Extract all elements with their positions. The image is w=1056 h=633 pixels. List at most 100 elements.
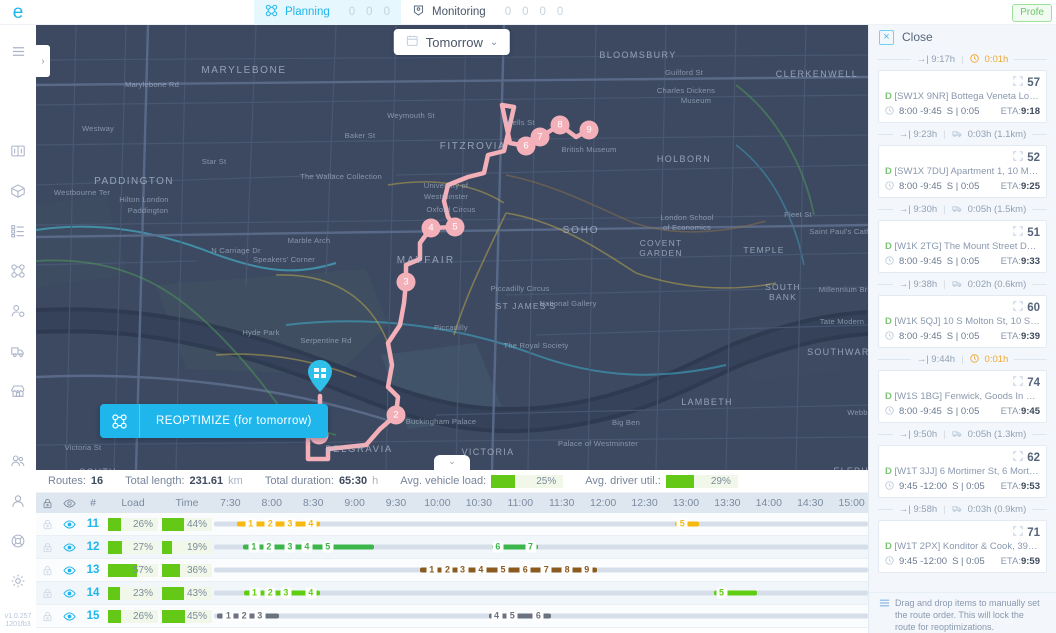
gantt-stop-marker[interactable]: 4 [305, 587, 317, 599]
map-text-label: Serpentine Rd [300, 336, 351, 345]
gantt-stop-marker[interactable]: 3 [284, 541, 296, 553]
row-gantt[interactable]: 123456789 [214, 559, 868, 582]
leg-detail: 0:03h (0.9km) [967, 504, 1027, 515]
map-stop-marker[interactable]: 8 [550, 115, 570, 135]
gantt-stop-marker[interactable]: 1 [249, 587, 261, 599]
stop-card[interactable]: 51 D [W1K 2TG] The Mount Street Deli, 100… [878, 220, 1047, 273]
gantt-stop-marker[interactable]: 8 [561, 564, 573, 576]
gantt-stop-marker[interactable]: 4 [305, 518, 317, 530]
depot-icon[interactable] [0, 371, 36, 411]
row-gantt[interactable]: 1234 5 [214, 513, 868, 536]
map-text-label: CLERKENWELL [776, 69, 858, 79]
tab-planning[interactable]: Planning 0 0 0 [254, 0, 401, 25]
map-stop-marker[interactable]: 7 [530, 127, 550, 147]
table-row[interactable]: 15 26% 45% 1 2 3 4 5 6 [36, 605, 868, 628]
book-icon[interactable] [0, 131, 36, 171]
leg-separator: →| 9:38h | 0:02h (0.6km) [878, 274, 1047, 295]
gantt-stop-marker[interactable]: 1 [222, 610, 234, 622]
support-icon[interactable] [0, 521, 36, 561]
table-row[interactable]: 11 26% 44% 1 2 3 4 5 [36, 513, 868, 536]
row-visibility-toggle[interactable] [58, 518, 80, 531]
map-collapse-button[interactable]: ⌄ [434, 455, 470, 470]
table-row[interactable]: 14 23% 43% 1 2 3 4 5 [36, 582, 868, 605]
gantt-stop-marker[interactable]: 1 [245, 518, 257, 530]
settings-icon[interactable] [0, 561, 36, 601]
gantt-stop-marker[interactable]: 2 [263, 541, 275, 553]
clock-icon [885, 106, 894, 117]
close-icon[interactable]: × [879, 29, 894, 45]
row-lock-icon[interactable] [36, 519, 58, 530]
gantt-stop-marker[interactable]: 2 [264, 587, 276, 599]
list-icon[interactable] [0, 211, 36, 251]
table-row[interactable]: 12 27% 19% 1 2 3 4 5 6 7 [36, 536, 868, 559]
gantt-stop-marker[interactable]: 1 [426, 564, 438, 576]
close-label[interactable]: Close [902, 30, 933, 44]
tab-monitoring[interactable]: Monitoring 0 0 0 0 [401, 0, 574, 25]
stop-card[interactable]: 62 D [W1T 3JJ] 6 Mortimer St, 6 Mortimer … [878, 445, 1047, 498]
row-visibility-toggle[interactable] [58, 541, 80, 554]
table-row[interactable]: 13 57% 36% 1 2 3 4 5 6 7 8 9 [36, 559, 868, 582]
gantt-stop-marker[interactable]: 7 [540, 564, 552, 576]
map-stop-marker[interactable]: 9 [579, 120, 599, 140]
gantt-stop-marker[interactable]: 6 [532, 610, 544, 622]
stop-list[interactable]: →| 9:17h | 0:01h 57 D [SW1X 9NR] Bottega Ven… [869, 49, 1056, 592]
stop-card[interactable]: 60 D [W1K 5QJ] 10 S Molton St, 10 S Molto… [878, 295, 1047, 348]
gantt-stop-marker[interactable]: 5 [676, 518, 688, 530]
date-selector[interactable]: Tomorrow ⌄ [393, 29, 511, 55]
map-stop-marker[interactable]: 3 [396, 272, 416, 292]
row-lock-icon[interactable] [36, 611, 58, 622]
row-visibility-toggle[interactable] [58, 564, 80, 577]
row-visibility-toggle[interactable] [58, 610, 80, 623]
gantt-stop-marker[interactable]: 4 [301, 541, 313, 553]
stop-card[interactable]: 57 D [SW1X 9NR] Bottega Veneta London Slo… [878, 70, 1047, 123]
map-canvas[interactable]: MARYLEBONE FITZROVIA BLOOMSBURY CLERKENWELL… [36, 25, 868, 470]
service-time: S | 0:05 [946, 331, 980, 342]
gantt-stop-marker[interactable]: 6 [492, 541, 504, 553]
gantt-stop-marker[interactable]: 5 [497, 564, 509, 576]
stop-card[interactable]: 71 D [W1T 2PX] Konditor & Cook, 39 Goodge… [878, 520, 1047, 573]
gantt-stop-marker[interactable]: 3 [284, 518, 296, 530]
row-gantt[interactable]: 123 45 6 [214, 605, 868, 628]
gantt-stop-marker[interactable]: 2 [238, 610, 250, 622]
vehicle-icon[interactable] [0, 331, 36, 371]
gantt-stop-marker[interactable]: 9 [581, 564, 593, 576]
driver-icon[interactable] [0, 291, 36, 331]
team-icon[interactable] [0, 441, 36, 481]
gantt-stop-marker[interactable]: 5 [716, 587, 727, 599]
col-load: Load [121, 497, 145, 509]
row-gantt[interactable]: 12345 6 7 [214, 536, 868, 559]
gantt-stop-marker[interactable]: 2 [441, 564, 453, 576]
gantt-stop-marker[interactable]: 4 [475, 564, 487, 576]
routes-icon[interactable] [0, 251, 36, 291]
menu-icon[interactable] [0, 31, 36, 71]
gantt-stop-marker[interactable]: 5 [322, 541, 334, 553]
summary-vehicle-load: Avg. vehicle load: 25% [400, 474, 564, 488]
stop-card[interactable]: 52 D [SW1X 7DU] Apartment 1, 10 Montrose … [878, 145, 1047, 198]
sidebar-expand-button[interactable]: › [36, 45, 50, 77]
box-icon[interactable] [0, 171, 36, 211]
gantt-stop-marker[interactable]: 2 [264, 518, 276, 530]
gantt-stop-marker[interactable]: 4 [491, 610, 503, 622]
gantt-stop-marker[interactable]: 7 [525, 541, 537, 553]
row-visibility-toggle[interactable] [58, 587, 80, 600]
row-lock-icon[interactable] [36, 565, 58, 576]
app-logo[interactable]: e [0, 0, 36, 25]
map-stop-marker[interactable]: 4 [421, 218, 441, 238]
stop-card[interactable]: 74 D [W1S 1BG] Fenwick, Goods In Door, 10… [878, 370, 1047, 423]
depot-marker[interactable] [306, 359, 334, 396]
gantt-stop-marker[interactable]: 3 [280, 587, 292, 599]
gantt-stop-marker[interactable]: 1 [248, 541, 260, 553]
depot-pin-icon [308, 360, 332, 392]
row-lock-icon[interactable] [36, 542, 58, 553]
reoptimize-button[interactable]: REOPTIMIZE (for tomorrow) [100, 404, 328, 438]
gantt-stop-marker[interactable]: 5 [506, 610, 518, 622]
user-icon[interactable] [0, 481, 36, 521]
row-lock-icon[interactable] [36, 588, 58, 599]
map-stop-marker[interactable]: 2 [386, 405, 406, 425]
gantt-stop-marker[interactable]: 3 [457, 564, 469, 576]
row-gantt[interactable]: 123 4 5 [214, 582, 868, 605]
plan-badge[interactable]: Profe [1012, 4, 1052, 22]
map-stop-marker[interactable]: 5 [445, 217, 465, 237]
gantt-stop-marker[interactable]: 6 [519, 564, 531, 576]
gantt-stop-marker[interactable]: 3 [254, 610, 266, 622]
